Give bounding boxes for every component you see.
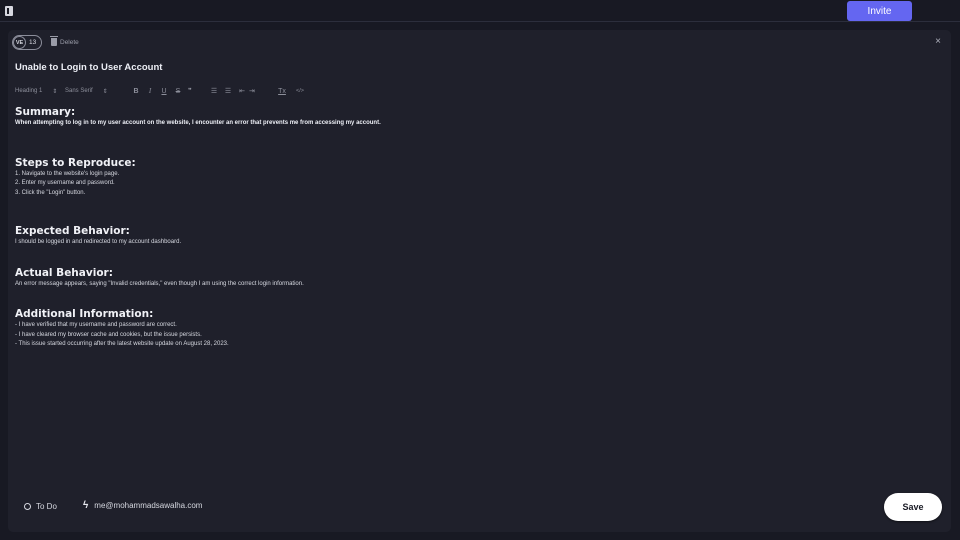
select-arrows-icon: ⇕ [102, 88, 108, 95]
blockquote-button[interactable]: ❞ [185, 87, 207, 95]
font-select-value: Sans Serif [65, 88, 93, 94]
section-heading: Actual Behavior: [15, 266, 113, 279]
section-line: - I have cleared my browser cache and co… [15, 331, 202, 338]
section-line: When attempting to log in to my user acc… [15, 120, 381, 126]
heading-select[interactable]: Heading 1 ⇕ [15, 88, 65, 95]
section-summary: Summary: When attempting to log in to my… [15, 106, 935, 129]
indent-decrease-button[interactable]: ⇤ [235, 87, 249, 95]
status-circle-icon [24, 503, 31, 510]
code-button[interactable]: </> [293, 88, 307, 94]
close-icon[interactable]: × [933, 37, 943, 47]
issue-panel: VE 13 Delete × Unable to Login to User A… [8, 30, 951, 532]
section-line: I should be logged in and redirected to … [15, 239, 182, 245]
ordered-list-button[interactable]: ☰ [207, 87, 221, 95]
section-line: An error message appears, saying "Invali… [15, 280, 304, 287]
section-heading: Additional Information: [15, 308, 154, 320]
section-line: 2. Enter my username and password. [15, 180, 115, 186]
top-bar: Invite [0, 0, 960, 22]
status-label: To Do [36, 502, 57, 511]
section-heading: Summary: [15, 106, 76, 118]
reporter-email: me@mohammadsawalha.com [94, 501, 203, 510]
underline-button[interactable]: U [157, 88, 171, 95]
section-line: 3. Click the "Login" button. [15, 189, 86, 196]
section-line: 1. Navigate to the website's login page. [15, 170, 120, 177]
heading-select-value: Heading 1 [15, 88, 43, 94]
trash-icon [50, 36, 58, 46]
select-arrows-icon: ⇕ [52, 88, 58, 95]
issue-badge[interactable]: VE 13 [12, 35, 43, 50]
reporter[interactable]: ϟ me@mohammadsawalha.com [83, 500, 202, 511]
section-expected: Expected Behavior: I should be logged in… [15, 225, 935, 248]
section-heading: Expected Behavior: [15, 225, 130, 237]
italic-button[interactable]: I [143, 87, 157, 95]
invite-button[interactable]: Invite [847, 1, 912, 21]
assignee-avatar[interactable]: VE [13, 36, 26, 49]
section-actual: Actual Behavior: An error message appear… [15, 267, 935, 290]
delete-label: Delete [60, 38, 79, 46]
issue-description[interactable]: Summary: When attempting to log in to my… [15, 106, 935, 350]
bold-button[interactable]: B [129, 88, 143, 95]
editor-toolbar: Heading 1 ⇕ Sans Serif ⇕ B I U S ❞ ☰ ☰ ⇤… [15, 85, 307, 97]
sidebar-toggle-icon[interactable] [5, 6, 13, 16]
delete-button[interactable]: Delete [50, 36, 79, 46]
bolt-icon: ϟ [83, 500, 89, 511]
font-select[interactable]: Sans Serif ⇕ [65, 88, 129, 95]
bullet-list-button[interactable]: ☰ [221, 87, 235, 95]
section-heading: Steps to Reproduce: [15, 156, 136, 169]
section-steps: Steps to Reproduce: 1. Navigate to the w… [15, 157, 935, 199]
clear-format-button[interactable]: Tx [271, 88, 293, 95]
section-line: - This issue started occurring after the… [15, 341, 229, 347]
strike-button[interactable]: S [171, 88, 185, 95]
section-additional: Additional Information: - I have verifie… [15, 308, 935, 350]
status-selector[interactable]: To Do [24, 502, 57, 511]
issue-title[interactable]: Unable to Login to User Account [15, 62, 162, 73]
indent-increase-button[interactable]: ⇥ [249, 87, 271, 95]
issue-number: 13 [29, 39, 37, 46]
save-button[interactable]: Save [884, 493, 942, 521]
section-line: - I have verified that my username and p… [15, 322, 177, 328]
